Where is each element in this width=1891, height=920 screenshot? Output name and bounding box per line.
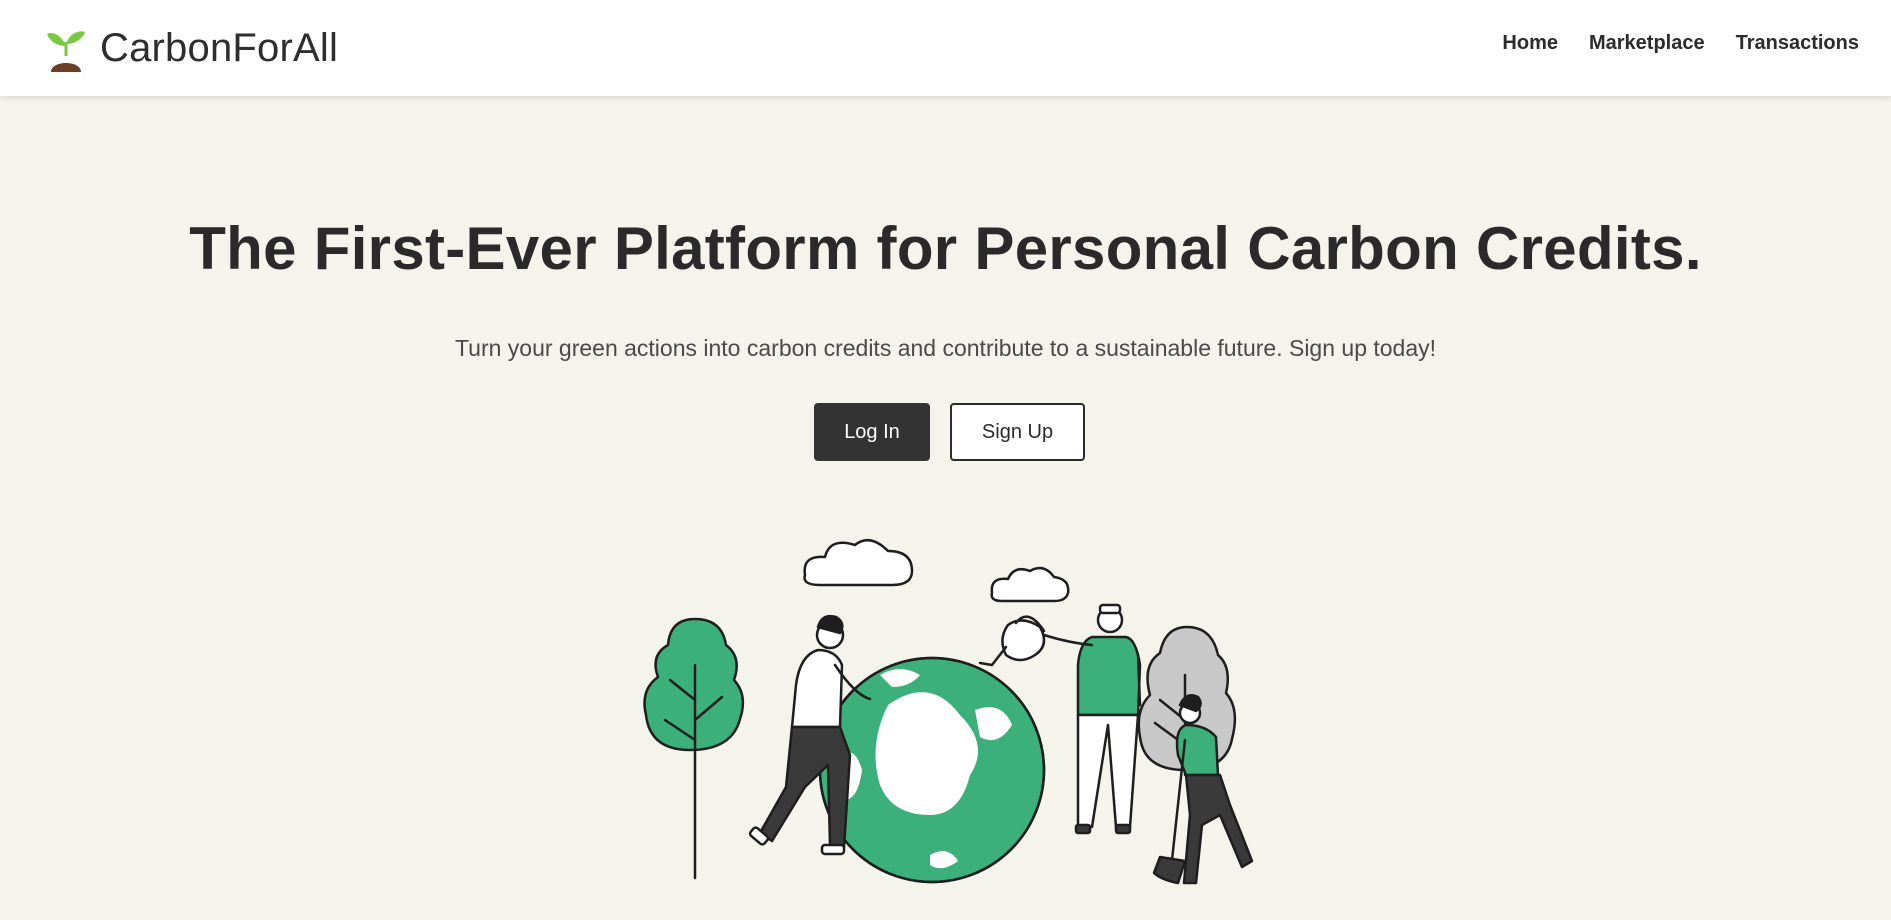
- people-caring-for-earth-illustration: [643, 538, 1254, 885]
- sprout-icon: [47, 31, 85, 72]
- hero-title: The First-Ever Platform for Personal Car…: [189, 215, 1702, 282]
- signup-button[interactable]: Sign Up: [950, 403, 1085, 461]
- cloud-icon: [990, 566, 1070, 603]
- cloud-icon: [803, 538, 914, 587]
- nav-transactions-link[interactable]: Transactions: [1736, 32, 1859, 55]
- top-navbar: CarbonForAll Home Marketplace Transactio…: [0, 0, 1891, 96]
- hero-subtitle: Turn your green actions into carbon cred…: [454, 335, 1437, 361]
- login-button[interactable]: Log In: [814, 403, 930, 461]
- brand-name: CarbonForAll: [100, 25, 339, 70]
- brand-logo[interactable]: CarbonForAll: [46, 24, 338, 72]
- tree-icon: [643, 617, 745, 752]
- nav-home-link[interactable]: Home: [1502, 32, 1558, 55]
- nav-links: Home Marketplace Transactions: [1471, 32, 1859, 55]
- nav-marketplace-link[interactable]: Marketplace: [1589, 32, 1705, 55]
